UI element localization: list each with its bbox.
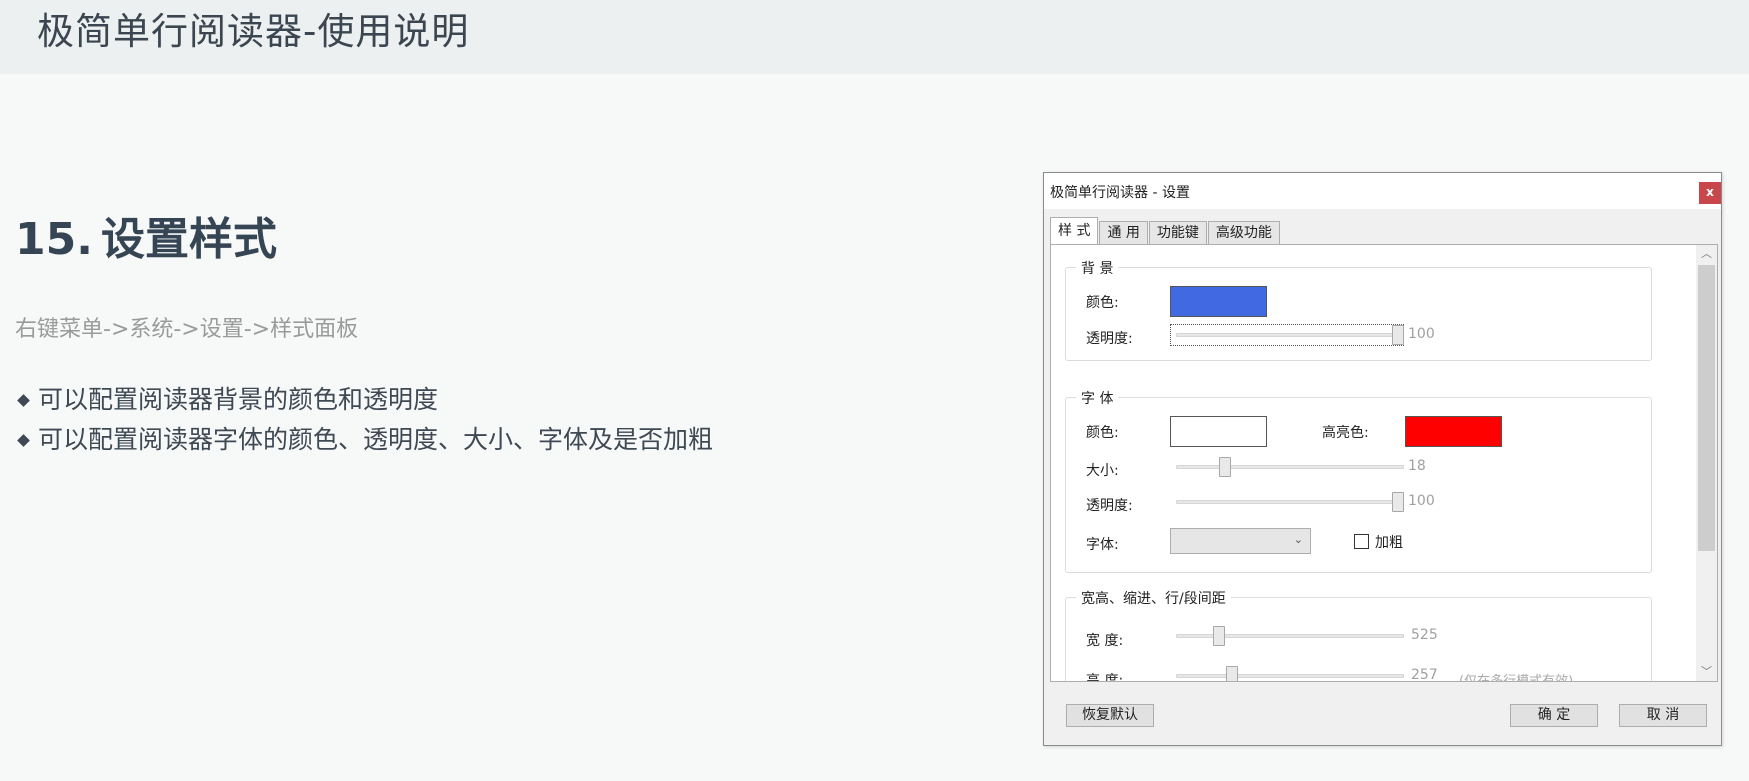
highlight-color-label: 高亮色: (1322, 425, 1369, 441)
ok-button[interactable]: 确 定 (1510, 704, 1598, 727)
page-title: 极简单行阅读器-使用说明 (37, 10, 470, 53)
background-group-label: 背 景 (1076, 258, 1119, 278)
dialog-title: 极简单行阅读器 - 设置 (1050, 185, 1190, 201)
font-color-label: 颜色: (1086, 425, 1119, 441)
bullet-text: 可以配置阅读器背景的颜色和透明度 (38, 385, 439, 414)
slider-track (1176, 500, 1404, 504)
section-heading: 15. 设置样式 (15, 212, 277, 268)
bullet-item: 可以配置阅读器背景的颜色和透明度 (15, 380, 713, 420)
tab-advanced[interactable]: 高级功能 (1207, 221, 1280, 245)
background-color-swatch[interactable] (1170, 286, 1267, 317)
background-group: 背 景 颜色: 透明度: 100 (1065, 258, 1652, 361)
section-number: 15. (15, 214, 93, 265)
slider-thumb[interactable] (1392, 325, 1404, 345)
bullet-list: 可以配置阅读器背景的颜色和透明度 可以配置阅读器字体的颜色、透明度、大小、字体及… (15, 380, 713, 460)
height-note: (仅在多行模式有效) (1459, 674, 1574, 682)
style-panel: 背 景 颜色: 透明度: 100 字 体 颜色: 高亮色: 大小: 18 透明度… (1050, 244, 1718, 682)
font-family-label: 字体: (1086, 537, 1119, 553)
scroll-down-icon[interactable]: ﹀ (1696, 663, 1717, 681)
background-color-label: 颜色: (1086, 295, 1119, 311)
bold-label: 加粗 (1375, 535, 1403, 551)
dimensions-group-label: 宽高、缩进、行/段间距 (1076, 588, 1231, 608)
slider-track (1176, 333, 1404, 337)
width-label: 宽 度: (1086, 633, 1124, 649)
font-opacity-value: 100 (1408, 493, 1435, 509)
slider-track (1176, 465, 1404, 469)
font-opacity-slider[interactable]: 100 (1176, 492, 1446, 512)
background-opacity-label: 透明度: (1086, 331, 1133, 347)
background-opacity-value: 100 (1408, 326, 1435, 342)
slider-thumb[interactable] (1219, 457, 1232, 477)
cancel-button[interactable]: 取 消 (1619, 704, 1707, 727)
width-value: 525 (1411, 627, 1438, 643)
height-value: 257 (1411, 667, 1438, 682)
settings-dialog: 极简单行阅读器 - 设置 x 样 式 通 用 功能键 高级功能 背 景 颜色: … (1043, 172, 1722, 746)
tab-general[interactable]: 通 用 (1099, 221, 1148, 245)
font-size-value: 18 (1408, 458, 1426, 474)
slider-thumb[interactable] (1225, 666, 1238, 681)
tab-hotkeys[interactable]: 功能键 (1148, 221, 1207, 245)
diamond-bullet-icon (17, 393, 30, 407)
section-title: 设置样式 (100, 214, 277, 265)
slider-track (1176, 674, 1404, 678)
slider-track (1176, 634, 1404, 638)
reset-defaults-button[interactable]: 恢复默认 (1066, 704, 1154, 727)
font-group-label: 字 体 (1076, 388, 1119, 408)
background-opacity-slider[interactable]: 100 (1176, 325, 1446, 345)
slider-thumb[interactable] (1212, 626, 1225, 646)
font-size-label: 大小: (1086, 463, 1119, 479)
scroll-thumb[interactable] (1698, 265, 1715, 551)
dimensions-group: 宽高、缩进、行/段间距 宽 度: 525 高 度: 257 (仅在多行模式有效) (1065, 588, 1652, 682)
section-subtitle: 右键菜单->系统->设置->样式面板 (15, 317, 359, 342)
highlight-color-swatch[interactable] (1405, 416, 1502, 447)
bullet-text: 可以配置阅读器字体的颜色、透明度、大小、字体及是否加粗 (38, 425, 714, 454)
chevron-down-icon: ⌄ (1293, 533, 1303, 546)
diamond-bullet-icon (17, 433, 30, 447)
width-slider[interactable]: 525 (1176, 626, 1446, 646)
font-family-select[interactable]: ⌄ (1170, 528, 1311, 554)
bullet-item: 可以配置阅读器字体的颜色、透明度、大小、字体及是否加粗 (15, 420, 713, 460)
font-size-slider[interactable]: 18 (1176, 457, 1446, 477)
scroll-up-icon[interactable]: ︿ (1696, 245, 1717, 263)
font-color-swatch[interactable] (1170, 416, 1267, 447)
panel-scrollbar[interactable]: ︿ ﹀ (1696, 245, 1717, 681)
font-opacity-label: 透明度: (1086, 498, 1133, 514)
slider-thumb[interactable] (1392, 492, 1404, 512)
tab-style[interactable]: 样 式 (1050, 217, 1099, 245)
tab-bar: 样 式 通 用 功能键 高级功能 (1050, 217, 1281, 245)
height-slider[interactable]: 257 (1176, 666, 1446, 682)
height-label: 高 度: (1086, 673, 1124, 682)
bold-checkbox[interactable] (1354, 534, 1369, 549)
dialog-titlebar[interactable]: 极简单行阅读器 - 设置 x (1044, 173, 1721, 209)
close-button[interactable]: x (1699, 182, 1721, 204)
page-header: 极简单行阅读器-使用说明 (0, 0, 1749, 74)
font-group: 字 体 颜色: 高亮色: 大小: 18 透明度: 100 字体: ⌄ 加粗 (1065, 388, 1652, 573)
